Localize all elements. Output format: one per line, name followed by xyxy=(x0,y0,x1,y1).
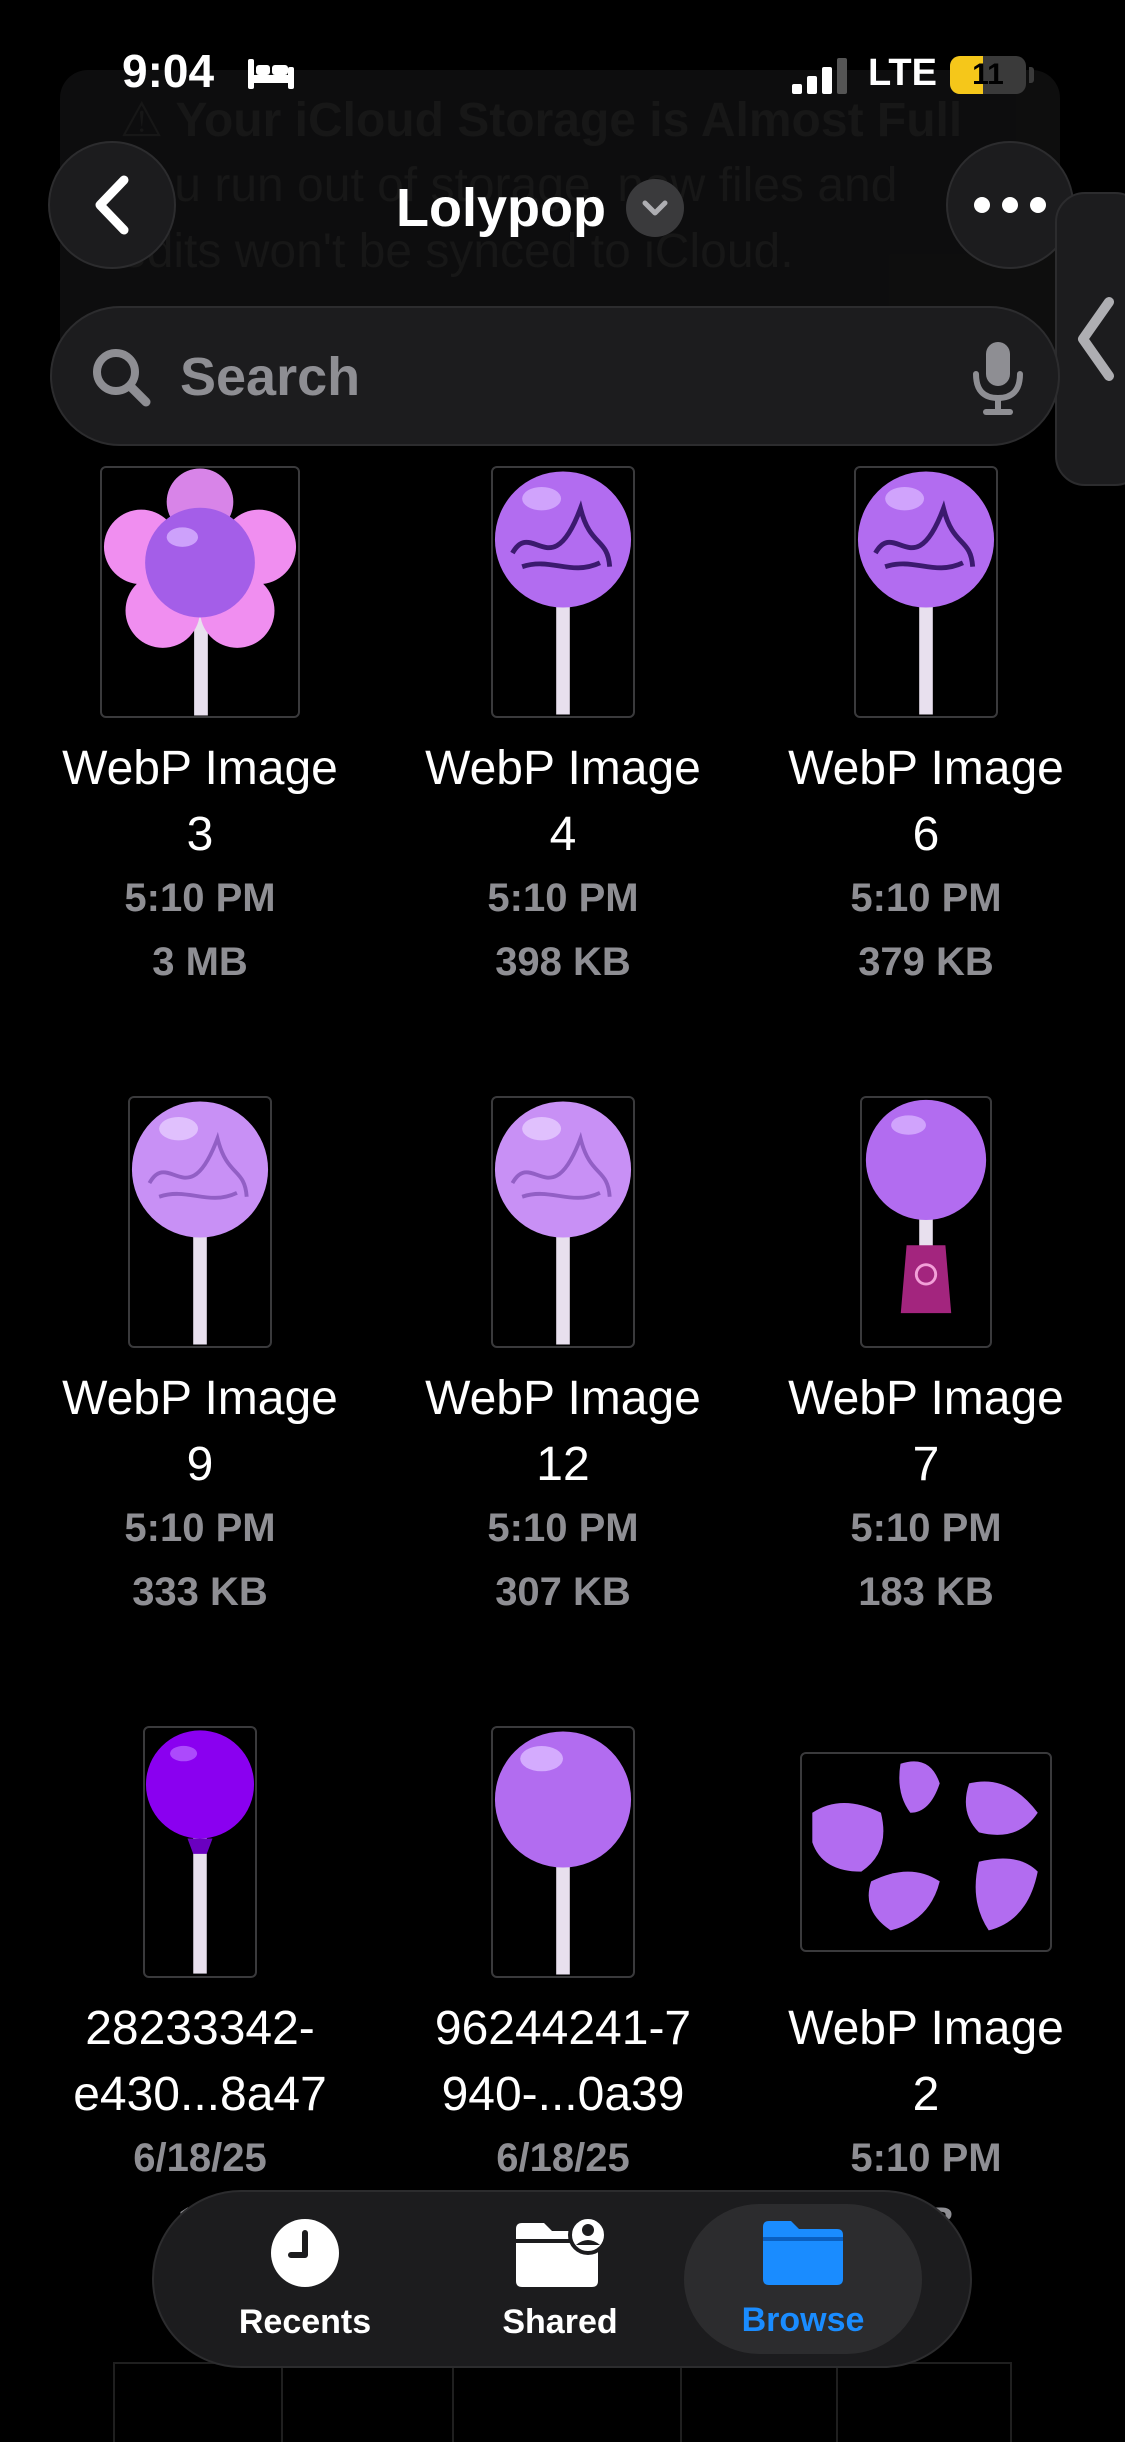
file-name-line-1: WebP Image xyxy=(62,1372,338,1425)
file-thumbnail-peek xyxy=(452,2362,682,2442)
file-date: 5:10 PM xyxy=(487,876,639,920)
file-thumbnail xyxy=(800,1752,1052,1952)
battery-nub xyxy=(1029,67,1034,83)
tab-label: Browse xyxy=(741,2300,865,2339)
file-name-line-1: WebP Image xyxy=(788,742,1064,795)
file-size: 333 KB xyxy=(132,1570,268,1614)
file-thumbnail xyxy=(491,466,635,718)
file-name-line-2: 9 xyxy=(186,1438,214,1491)
file-size: 398 KB xyxy=(495,940,631,984)
file-thumbnail xyxy=(854,466,998,718)
file-date: 5:10 PM xyxy=(124,1506,276,1550)
clock-icon xyxy=(271,2218,339,2287)
file-name-line-1: 28233342- xyxy=(85,2002,315,2055)
back-button[interactable] xyxy=(48,141,176,269)
file-item[interactable]: WebP Image 4 5:10 PM 398 KB xyxy=(393,466,733,1026)
file-name-line-2: 2 xyxy=(912,2068,940,2121)
file-thumbnail xyxy=(143,1726,257,1978)
file-date: 6/18/25 xyxy=(496,2136,630,2180)
tab-recents[interactable]: Recents xyxy=(190,2192,420,2366)
folder-title-menu[interactable]: Lolypop xyxy=(330,168,750,248)
ellipsis-icon xyxy=(974,197,1046,213)
search-input[interactable] xyxy=(178,338,882,416)
file-item[interactable]: WebP Image 7 5:10 PM 183 KB xyxy=(756,1096,1096,1656)
file-name-line-1: WebP Image xyxy=(62,742,338,795)
file-name-line-1: WebP Image xyxy=(425,742,701,795)
status-time: 9:04 xyxy=(122,45,215,97)
file-item[interactable]: 96244241-7 940-...0a39 6/18/25 xyxy=(393,1726,733,2186)
sidebar-handle[interactable] xyxy=(1055,192,1125,486)
file-size: 307 KB xyxy=(495,1570,631,1614)
folder-icon xyxy=(763,2220,843,2285)
file-name-line-2: 12 xyxy=(536,1438,590,1491)
tab-browse[interactable]: Browse xyxy=(684,2204,922,2354)
file-thumbnail xyxy=(860,1096,992,1348)
file-date: 5:10 PM xyxy=(850,1506,1002,1550)
file-name-line-1: WebP Image xyxy=(788,2002,1064,2055)
file-name-line-2: 6 xyxy=(912,808,940,861)
file-item[interactable]: WebP Image 2 5:10 PM KB xyxy=(756,1726,1096,2244)
network-label: LTE xyxy=(868,52,937,94)
file-name-line-1: WebP Image xyxy=(788,1372,1064,1425)
file-date: 5:10 PM xyxy=(124,876,276,920)
file-date: 6/18/25 xyxy=(133,2136,267,2180)
tab-bar: Recents Shared Browse xyxy=(152,2190,972,2368)
file-name-line-2: 4 xyxy=(549,808,577,861)
file-size: 183 KB xyxy=(858,1570,994,1614)
battery-icon: 11 xyxy=(950,56,1026,94)
file-item[interactable]: WebP Image 9 5:10 PM 333 KB xyxy=(30,1096,370,1656)
file-name-line-1: 96244241-7 xyxy=(434,2002,692,2055)
tab-label: Shared xyxy=(502,2302,618,2341)
chevron-down-icon xyxy=(625,179,684,237)
file-size: 379 KB xyxy=(858,940,994,984)
file-item[interactable]: WebP Image 3 5:10 PM 3 MB xyxy=(30,466,370,1026)
file-thumbnail-peek xyxy=(836,2362,1012,2442)
status-bar: 9:04 LTE 11 xyxy=(0,0,1125,150)
signal-icon xyxy=(792,58,847,94)
file-thumbnail xyxy=(491,1726,635,1978)
file-date: 5:10 PM xyxy=(487,1506,639,1550)
file-date: 5:10 PM xyxy=(850,2136,1002,2180)
shared-folder-icon xyxy=(516,2216,608,2287)
file-thumbnail xyxy=(100,466,300,718)
file-thumbnail-peek xyxy=(113,2362,283,2442)
file-item[interactable]: 28233342- e430...8a47 6/18/25 17 xyxy=(30,1726,370,2244)
file-name-line-1: WebP Image xyxy=(425,1372,701,1425)
file-thumbnail xyxy=(491,1096,635,1348)
file-size: 3 MB xyxy=(152,940,248,984)
tab-label: Recents xyxy=(238,2302,372,2341)
file-name-line-2: 7 xyxy=(912,1438,940,1491)
battery-level: 11 xyxy=(972,58,1004,91)
bed-icon xyxy=(248,59,294,89)
file-date: 5:10 PM xyxy=(850,876,1002,920)
chevron-left-icon xyxy=(1078,297,1114,381)
mic-icon[interactable] xyxy=(970,340,1026,416)
file-thumbnail xyxy=(128,1096,272,1348)
file-name-line-2: 940-...0a39 xyxy=(441,2068,685,2121)
file-name-line-2: 3 xyxy=(186,808,214,861)
page-title: Lolypop xyxy=(396,178,606,238)
search-bar[interactable] xyxy=(50,306,1060,446)
search-icon xyxy=(93,349,151,407)
file-name-line-2: e430...8a47 xyxy=(73,2068,327,2121)
chevron-left-icon xyxy=(95,175,129,235)
file-item[interactable]: WebP Image 12 5:10 PM 307 KB xyxy=(393,1096,733,1656)
file-item[interactable]: WebP Image 6 5:10 PM 379 KB xyxy=(756,466,1096,1026)
tab-shared[interactable]: Shared xyxy=(450,2192,670,2366)
